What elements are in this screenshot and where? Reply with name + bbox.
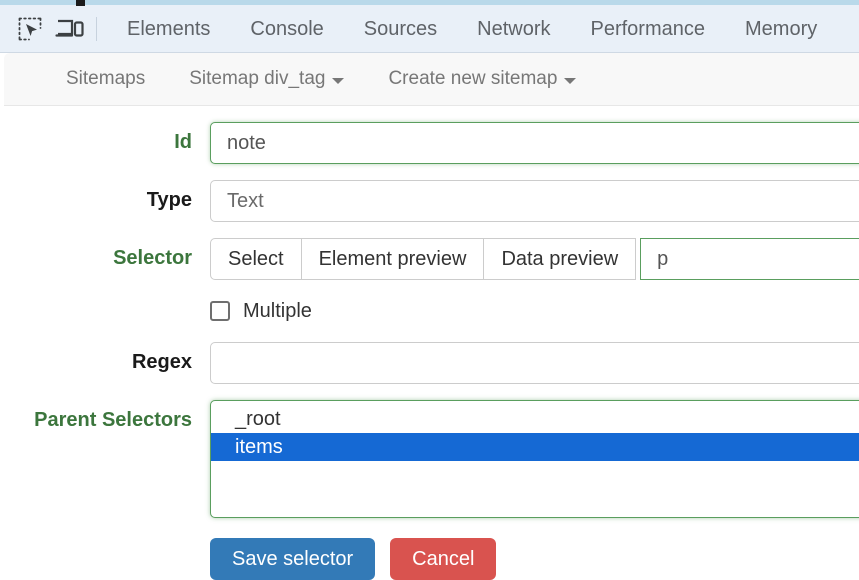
- data-preview-button[interactable]: Data preview: [484, 238, 636, 280]
- multiple-label: Multiple: [243, 300, 312, 323]
- tab-sources[interactable]: Sources: [344, 6, 457, 52]
- nav-item-create-new-sitemap[interactable]: Create new sitemap: [366, 68, 598, 90]
- multiple-checkbox-row[interactable]: Multiple: [210, 296, 859, 326]
- form-row-type: Type Text: [0, 180, 859, 222]
- tab-console[interactable]: Console: [230, 6, 343, 52]
- tab-network[interactable]: Network: [457, 6, 570, 52]
- chevron-down-icon: [564, 78, 576, 84]
- multiple-checkbox[interactable]: [210, 301, 230, 321]
- selector-input[interactable]: [640, 238, 859, 280]
- regex-label: Regex: [0, 342, 210, 382]
- parent-selectors-listbox[interactable]: _root items: [210, 400, 859, 518]
- cancel-button[interactable]: Cancel: [390, 538, 496, 580]
- nav-item-sitemap-div-tag[interactable]: Sitemap div_tag: [167, 68, 366, 90]
- list-item[interactable]: items: [211, 433, 859, 461]
- scraper-navbar: Sitemaps Sitemap div_tag Create new site…: [4, 53, 859, 106]
- form-row-id: Id: [0, 122, 859, 164]
- element-preview-button[interactable]: Element preview: [302, 238, 485, 280]
- form-row-regex: Regex: [0, 342, 859, 384]
- list-item[interactable]: _root: [211, 405, 859, 433]
- nav-item-sitemaps[interactable]: Sitemaps: [44, 68, 167, 90]
- form-row-actions: Save selector Cancel: [0, 534, 859, 580]
- parent-selectors-label: Parent Selectors: [0, 400, 210, 440]
- type-label: Type: [0, 180, 210, 220]
- nav-item-sitemap-div-tag-label: Sitemap div_tag: [189, 68, 325, 90]
- form-row-selector: Selector Select Element preview Data pre…: [0, 238, 859, 280]
- devtools-dock-handle: [76, 0, 85, 6]
- device-toolbar-icon[interactable]: [50, 9, 90, 49]
- id-input[interactable]: [210, 122, 859, 164]
- selector-input-group: Select Element preview Data preview: [210, 238, 859, 280]
- selector-edit-form: Id Type Text Selector Select Element pre…: [0, 106, 859, 580]
- devtools-tab-bar: Elements Console Sources Network Perform…: [0, 5, 859, 53]
- type-select[interactable]: Text: [210, 180, 859, 222]
- form-row-parent-selectors: Parent Selectors _root items: [0, 400, 859, 518]
- id-label: Id: [0, 122, 210, 162]
- inspect-element-icon[interactable]: [10, 9, 50, 49]
- tab-elements[interactable]: Elements: [107, 6, 230, 52]
- tab-memory[interactable]: Memory: [725, 6, 837, 52]
- nav-item-create-new-sitemap-label: Create new sitemap: [388, 68, 557, 90]
- regex-input[interactable]: [210, 342, 859, 384]
- form-row-multiple: Multiple: [0, 296, 859, 326]
- devtools-dock-strip: [0, 0, 859, 5]
- action-buttons: Save selector Cancel: [210, 538, 859, 580]
- chevron-down-icon: [332, 78, 344, 84]
- toolbar-divider: [96, 17, 97, 41]
- selector-label: Selector: [0, 238, 210, 278]
- select-button[interactable]: Select: [210, 238, 302, 280]
- tab-performance[interactable]: Performance: [571, 6, 726, 52]
- save-selector-button[interactable]: Save selector: [210, 538, 375, 580]
- nav-item-sitemaps-label: Sitemaps: [66, 68, 145, 90]
